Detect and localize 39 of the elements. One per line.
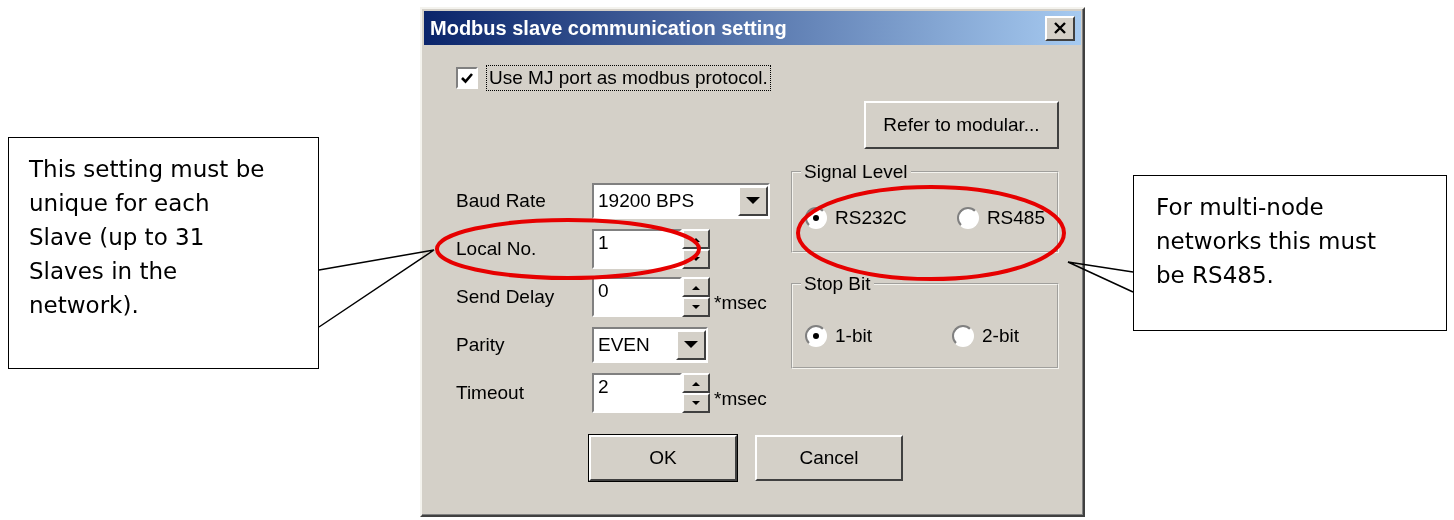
close-button[interactable] xyxy=(1045,15,1075,41)
unit-label: *msec xyxy=(714,388,767,410)
field-label: Timeout xyxy=(456,382,525,404)
callout-text: For multi-node networks this must be RS485. xyxy=(1156,193,1377,290)
radio-button[interactable] xyxy=(956,207,979,229)
spin-up-button[interactable] xyxy=(682,373,710,393)
number-field[interactable]: 2 xyxy=(592,373,682,413)
down-arrow-icon xyxy=(692,256,700,262)
up-arrow-icon xyxy=(692,236,700,242)
checkbox-label[interactable]: Use MJ port as modbus protocol. xyxy=(486,65,771,91)
down-arrow-icon xyxy=(692,304,700,310)
refer-to-modular-button[interactable]: Refer to modular... xyxy=(864,101,1059,149)
number-field[interactable]: 1 xyxy=(592,229,682,269)
down-arrow-icon xyxy=(692,400,700,406)
dropdown[interactable]: EVEN xyxy=(592,327,708,363)
radio-label[interactable]: 1-bit xyxy=(835,325,872,347)
field-label: Parity xyxy=(456,334,506,356)
spin-down-button[interactable] xyxy=(682,393,710,413)
field-label: Baud Rate xyxy=(456,190,547,212)
radio-button[interactable] xyxy=(805,325,827,347)
callout-text: This setting must be unique for each Slave (up to 31 Slaves in the network). xyxy=(29,155,266,320)
window-title: Modbus slave communication setting xyxy=(430,16,787,40)
dropdown[interactable]: 19200 BPS xyxy=(592,183,770,219)
field-label: Local No. xyxy=(456,238,538,260)
ok-button[interactable]: OK xyxy=(589,435,737,481)
spin-up-button[interactable] xyxy=(682,277,710,297)
radio-label[interactable]: 2-bit xyxy=(982,325,1019,347)
close-icon[interactable] xyxy=(1052,21,1068,35)
radio-button[interactable] xyxy=(952,325,975,347)
unit-label: *msec xyxy=(714,292,767,314)
up-arrow-icon xyxy=(692,380,700,386)
number-field[interactable]: 0 xyxy=(592,277,682,317)
field-label: Send Delay xyxy=(456,286,556,308)
radio-label[interactable]: RS485 xyxy=(986,207,1045,229)
radio-label[interactable]: RS232C xyxy=(835,207,907,229)
spin-down-button[interactable] xyxy=(682,297,710,317)
cancel-button[interactable]: Cancel xyxy=(755,435,903,481)
checkbox[interactable] xyxy=(456,67,478,89)
up-arrow-icon xyxy=(692,284,700,290)
